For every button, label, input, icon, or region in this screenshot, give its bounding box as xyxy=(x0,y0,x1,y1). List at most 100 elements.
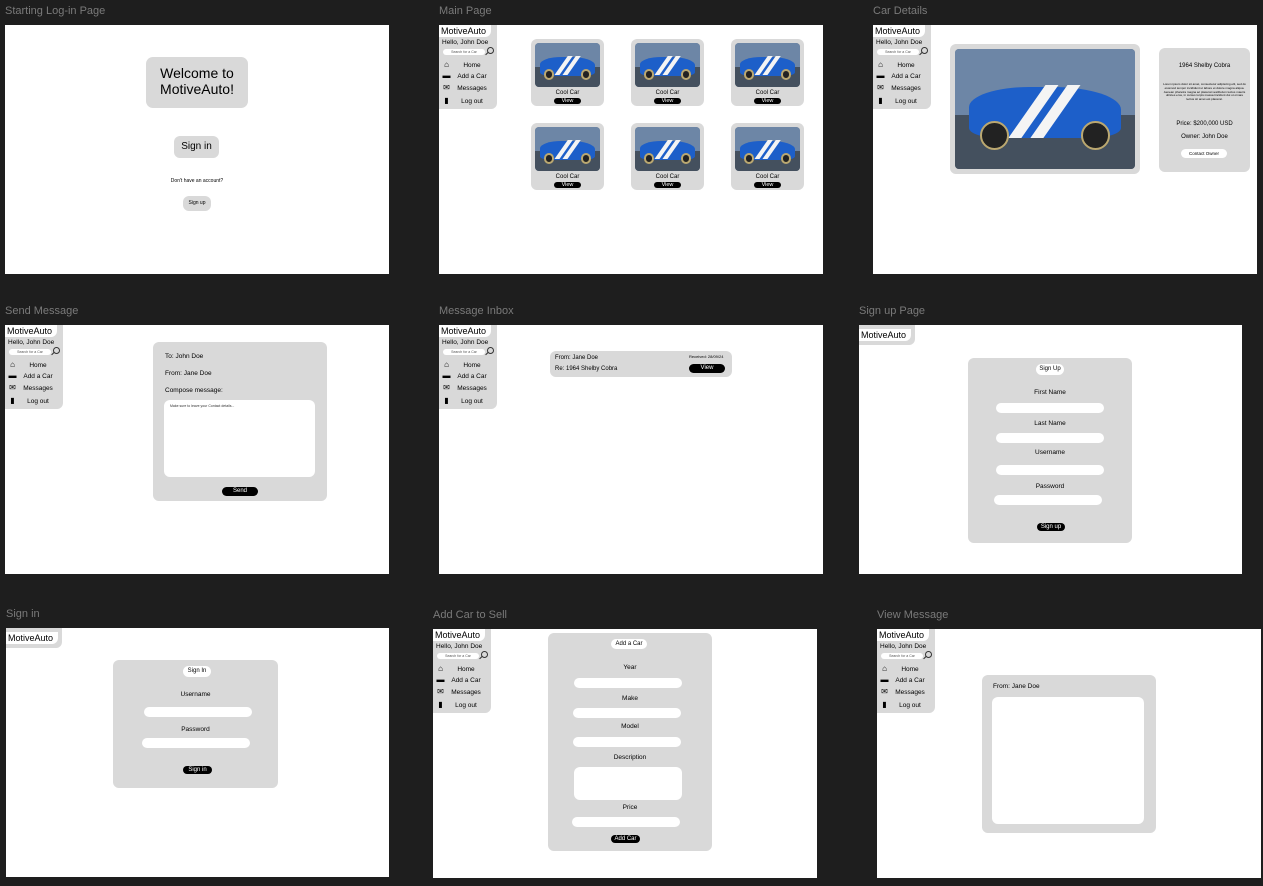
frame-signin: MotiveAuto Sign In Username Password Sig… xyxy=(6,628,389,877)
search-input[interactable]: Search for a Car xyxy=(9,349,51,355)
search-icon[interactable] xyxy=(53,347,60,354)
from-field: From: Jane Doe xyxy=(165,370,212,377)
brand-logo: MotiveAuto xyxy=(877,629,929,641)
sidebar-item-home[interactable]: ⌂ Home xyxy=(441,360,492,369)
sidebar-item-logout[interactable]: ▮ Log out xyxy=(441,96,492,105)
send-button[interactable]: Send xyxy=(222,487,258,496)
sidebar-item-add-car[interactable]: ▬ Add a Car xyxy=(435,675,486,684)
contact-owner-button[interactable]: Contact Owner xyxy=(1181,149,1227,158)
search-icon[interactable] xyxy=(921,47,928,54)
sidebar-item-messages[interactable]: ✉ Messages xyxy=(7,383,58,392)
car-icon: ▬ xyxy=(442,71,451,80)
view-button[interactable]: View xyxy=(754,182,781,188)
car-card[interactable]: Cool Car View xyxy=(731,123,804,190)
first-name-input[interactable] xyxy=(996,403,1104,413)
message-from: From: Jane Doe xyxy=(555,355,599,361)
year-input[interactable] xyxy=(574,678,682,688)
sign-up-button[interactable]: Sign up xyxy=(183,196,211,211)
car-card[interactable]: Cool Car View xyxy=(531,39,604,106)
price-input[interactable] xyxy=(572,817,680,827)
signin-header: Sign In xyxy=(183,666,211,677)
sidebar-item-messages[interactable]: ✉ Messages xyxy=(879,687,930,696)
view-message-button[interactable]: View xyxy=(689,364,725,373)
sidebar-item-add-car[interactable]: ▬ Add a Car xyxy=(7,371,58,380)
add-car-button[interactable]: Add Car xyxy=(611,835,640,843)
sidebar-item-add-car[interactable]: ▬ Add a Car xyxy=(441,371,492,380)
message-body xyxy=(992,697,1144,824)
sidebar-item-logout[interactable]: ▮ Log out xyxy=(7,396,58,405)
search-input[interactable]: Search for a Car xyxy=(877,49,919,55)
view-button[interactable]: View xyxy=(654,98,681,104)
make-label: Make xyxy=(622,695,638,702)
sign-in-button[interactable]: Sign in xyxy=(183,766,212,774)
description-label: Description xyxy=(613,754,647,761)
sign-in-button[interactable]: Sign in xyxy=(174,136,219,158)
search-icon[interactable] xyxy=(487,47,494,54)
inbox-message-row[interactable]: From: Jane Doe Received: 28/09/24 Re: 19… xyxy=(550,351,732,377)
sidebar-item-logout[interactable]: ▮ Log out xyxy=(435,700,486,709)
username-input[interactable] xyxy=(996,465,1104,475)
sidebar-item-messages[interactable]: ✉ Messages xyxy=(441,83,492,92)
message-textarea[interactable]: Make sure to leave your Contact details.… xyxy=(164,400,315,477)
car-card[interactable]: Cool Car View xyxy=(731,39,804,106)
search-icon[interactable] xyxy=(925,651,932,658)
no-account-text: Don't have an account? xyxy=(170,178,224,184)
car-photo xyxy=(735,43,800,87)
frame-send: MotiveAuto Hello, John Doe Search for a … xyxy=(5,325,389,574)
sidebar-item-add-car[interactable]: ▬ Add a Car xyxy=(875,71,926,80)
search-icon[interactable] xyxy=(481,651,488,658)
to-field: To: John Doe xyxy=(165,353,204,360)
password-input[interactable] xyxy=(994,495,1102,505)
sidebar-item-messages[interactable]: ✉ Messages xyxy=(441,383,492,392)
username-label: Username xyxy=(180,691,211,698)
sidebar-item-home[interactable]: ⌂ Home xyxy=(441,60,492,69)
sidebar-item-messages[interactable]: ✉ Messages xyxy=(435,687,486,696)
last-name-input[interactable] xyxy=(996,433,1104,443)
brand-logo: MotiveAuto xyxy=(859,329,911,341)
door-icon: ▮ xyxy=(438,700,443,709)
card-title: Cool Car xyxy=(555,90,580,96)
card-title: Cool Car xyxy=(655,90,680,96)
brand-logo: MotiveAuto xyxy=(433,629,485,641)
home-icon: ⌂ xyxy=(10,360,15,369)
make-input[interactable] xyxy=(573,708,681,718)
search-icon[interactable] xyxy=(487,347,494,354)
welcome-text: Welcome to MotiveAuto! xyxy=(160,65,234,97)
sidebar-item-add-car[interactable]: ▬ Add a Car xyxy=(441,71,492,80)
description-input[interactable] xyxy=(574,767,682,800)
search-input[interactable]: Search for a Car xyxy=(881,653,923,659)
sidebar-item-home[interactable]: ⌂ Home xyxy=(435,664,486,673)
frame-inbox: MotiveAuto Hello, John Doe Search for a … xyxy=(439,325,823,574)
search-input[interactable]: Search for a Car xyxy=(443,49,485,55)
greeting: Hello, John Doe xyxy=(8,339,55,346)
username-input[interactable] xyxy=(144,707,252,717)
view-button[interactable]: View xyxy=(554,98,581,104)
sidebar-item-logout[interactable]: ▮ Log out xyxy=(441,396,492,405)
sign-up-button[interactable]: Sign up xyxy=(1037,523,1065,531)
home-icon: ⌂ xyxy=(438,664,443,673)
brand-logo: MotiveAuto xyxy=(439,25,491,37)
car-card[interactable]: Cool Car View xyxy=(631,123,704,190)
car-photo xyxy=(955,49,1135,169)
car-card[interactable]: Cool Car View xyxy=(531,123,604,190)
car-price: Price: $200,000 USD xyxy=(1176,121,1233,127)
search-input[interactable]: Search for a Car xyxy=(437,653,479,659)
view-button[interactable]: View xyxy=(754,98,781,104)
sidebar-item-logout[interactable]: ▮ Log out xyxy=(875,96,926,105)
password-input[interactable] xyxy=(142,738,250,748)
sidebar-item-home[interactable]: ⌂ Home xyxy=(879,664,930,673)
sidebar-item-home[interactable]: ⌂ Home xyxy=(7,360,58,369)
search-input[interactable]: Search for a Car xyxy=(443,349,485,355)
greeting: Hello, John Doe xyxy=(876,39,923,46)
sidebar: MotiveAuto Hello, John Doe Search for a … xyxy=(5,325,63,409)
sidebar-item-logout[interactable]: ▮ Log out xyxy=(879,700,930,709)
car-card[interactable]: Cool Car View xyxy=(631,39,704,106)
frame-main: MotiveAuto Hello, John Doe Search for a … xyxy=(439,25,823,274)
view-button[interactable]: View xyxy=(654,182,681,188)
model-input[interactable] xyxy=(573,737,681,747)
car-icon: ▬ xyxy=(8,371,17,380)
view-button[interactable]: View xyxy=(554,182,581,188)
sidebar-item-add-car[interactable]: ▬ Add a Car xyxy=(879,675,930,684)
sidebar-item-home[interactable]: ⌂ Home xyxy=(875,60,926,69)
sidebar-item-messages[interactable]: ✉ Messages xyxy=(875,83,926,92)
